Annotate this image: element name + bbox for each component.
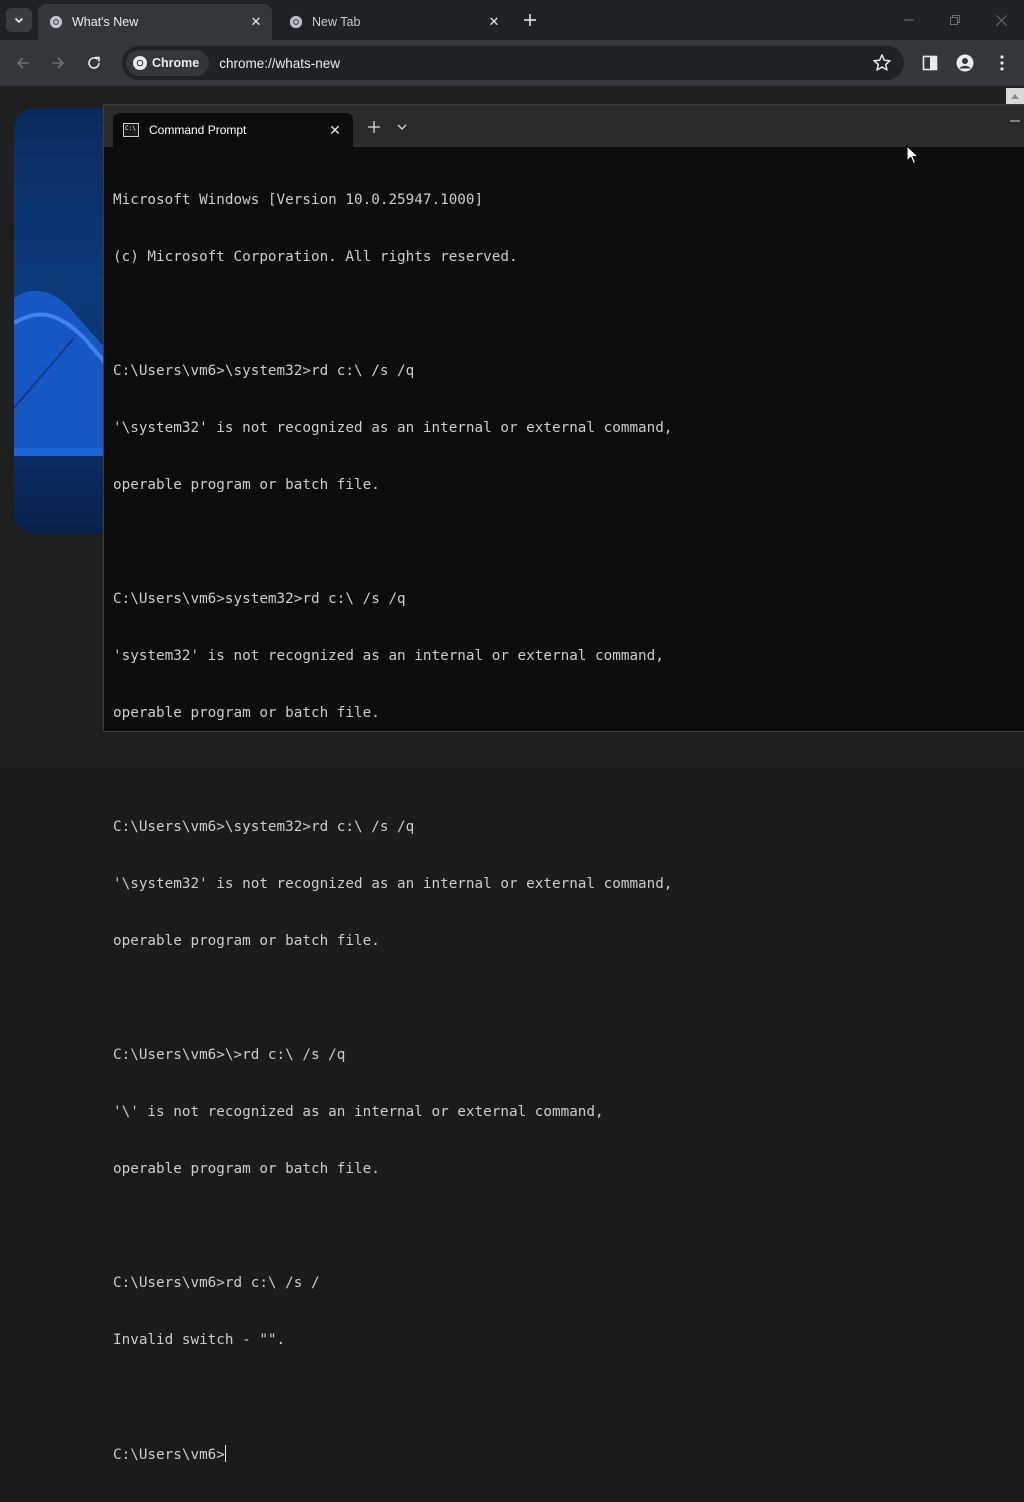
text-cursor [224, 1445, 226, 1462]
tab-close-icon[interactable]: ✕ [484, 12, 504, 32]
terminal-line: (c) Microsoft Corporation. All rights re… [113, 249, 518, 265]
scroll-up-arrow-icon [1011, 94, 1019, 99]
terminal-tab-close-icon[interactable]: ✕ [325, 120, 345, 140]
forward-button[interactable] [45, 50, 71, 76]
restore-icon [950, 15, 960, 25]
profile-icon [956, 54, 974, 72]
terminal-prompt: C:\Users\vm6> [113, 1447, 225, 1463]
plus-icon [368, 121, 380, 133]
whats-new-hero-image [14, 108, 114, 534]
forward-arrow-icon [52, 57, 65, 69]
url-text[interactable]: chrome://whats-new [219, 56, 340, 71]
terminal-line: C:\Users\vm6>\system32>rd c:\ /s /q [113, 819, 415, 835]
terminal-tab-command-prompt[interactable]: Command Prompt ✕ [113, 113, 353, 147]
terminal-line: operable program or batch file. [113, 477, 380, 493]
terminal-minimize-button[interactable] [1010, 115, 1024, 131]
menu-button[interactable] [989, 50, 1015, 76]
tab-whats-new[interactable]: What's New ✕ [38, 4, 272, 40]
terminal-line: C:\Users\vm6>\>rd c:\ /s /q [113, 1047, 346, 1063]
chevron-down-icon [14, 17, 24, 24]
terminal-line: 'system32' is not recognized as an inter… [113, 648, 664, 664]
back-button[interactable] [10, 50, 36, 76]
page-scroll-up-button[interactable] [1006, 88, 1024, 104]
side-panel-icon [922, 55, 938, 71]
chip-label: Chrome [152, 56, 200, 70]
side-panel-button[interactable] [917, 50, 943, 76]
terminal-line: Invalid switch - "". [113, 1332, 286, 1348]
tab-title: What's New [72, 15, 139, 29]
chrome-logo-icon [48, 14, 64, 30]
close-window-button[interactable] [987, 6, 1015, 34]
chrome-logo-icon [288, 14, 304, 30]
back-arrow-icon [16, 57, 29, 69]
minimize-icon [904, 19, 914, 21]
terminal-prompt-line[interactable]: C:\Users\vm6> [113, 1445, 1013, 1464]
reload-icon [88, 56, 100, 69]
plus-icon [524, 14, 536, 26]
tab-close-icon[interactable]: ✕ [246, 12, 266, 32]
new-tab-button[interactable] [518, 8, 542, 32]
terminal-output[interactable]: Microsoft Windows [Version 10.0.25947.10… [113, 153, 1013, 1463]
chevron-down-icon [397, 124, 407, 130]
terminal-line: operable program or batch file. [113, 705, 380, 721]
close-icon [995, 14, 1007, 26]
tab-search-button[interactable] [6, 8, 32, 32]
chrome-tab-strip: What's New ✕ New Tab ✕ [0, 0, 1024, 40]
terminal-profiles-dropdown[interactable] [394, 117, 410, 137]
bookmark-star-icon[interactable] [872, 53, 892, 73]
reload-button[interactable] [81, 50, 107, 76]
chrome-logo-icon [133, 56, 147, 70]
terminal-tab-title: Command Prompt [149, 123, 247, 137]
chrome-toolbar: Chrome chrome://whats-new [0, 40, 1024, 86]
terminal-line: operable program or batch file. [113, 933, 380, 949]
chrome-chip[interactable]: Chrome [126, 50, 210, 76]
tab-title: New Tab [312, 15, 361, 29]
terminal-line: C:\Users\vm6>\system32>rd c:\ /s /q [113, 363, 415, 379]
terminal-line: operable program or batch file. [113, 1161, 380, 1177]
mouse-pointer-icon [906, 145, 920, 165]
tab-new-tab[interactable]: New Tab ✕ [278, 4, 510, 40]
terminal-line: C:\Users\vm6>rd c:\ /s / [113, 1275, 320, 1291]
minimize-icon [1010, 120, 1020, 122]
minimize-button[interactable] [895, 6, 923, 34]
terminal-new-tab-button[interactable] [364, 117, 384, 137]
address-bar[interactable]: Chrome chrome://whats-new [122, 46, 904, 80]
terminal-line: C:\Users\vm6>system32>rd c:\ /s /q [113, 591, 406, 607]
terminal-titlebar[interactable]: Command Prompt ✕ [104, 105, 1024, 147]
terminal-window[interactable]: Command Prompt ✕ Microsoft Windows [Vers… [103, 104, 1024, 1463]
restore-button[interactable] [941, 6, 969, 34]
terminal-line: Microsoft Windows [Version 10.0.25947.10… [113, 192, 484, 208]
terminal-line: '\system32' is not recognized as an inte… [113, 876, 673, 892]
more-vertical-icon [1000, 55, 1004, 71]
profile-button[interactable] [952, 50, 978, 76]
terminal-line: '\system32' is not recognized as an inte… [113, 420, 673, 436]
command-prompt-icon [123, 123, 139, 137]
terminal-line: '\' is not recognized as an internal or … [113, 1104, 604, 1120]
